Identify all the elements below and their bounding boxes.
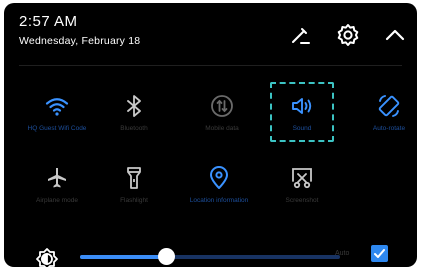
- bluetooth-icon: [121, 93, 147, 119]
- tile-screenshot[interactable]: Screenshot: [268, 159, 336, 231]
- brightness-icon: [34, 246, 60, 272]
- wifi-icon: [44, 93, 70, 119]
- edit-icon[interactable]: [285, 20, 315, 50]
- location-pin-icon: [206, 165, 232, 191]
- tile-bluetooth[interactable]: Bluetooth: [100, 87, 168, 159]
- tile-location[interactable]: Location information: [185, 159, 253, 231]
- clock-date: Wednesday, February 18: [19, 35, 141, 47]
- tile-auto-rotate[interactable]: Auto-rotate: [355, 87, 417, 159]
- tile-flashlight[interactable]: Flashlight: [100, 159, 168, 231]
- sound-tile-highlight: [270, 82, 334, 142]
- settings-gear-icon[interactable]: [333, 20, 363, 50]
- mobile-data-icon: [209, 93, 235, 119]
- quick-settings-panel: 2:57 AM Wednesday, February 18 HQ Guest …: [4, 3, 417, 267]
- tile-airplane-mode-label: Airplane mode: [36, 197, 78, 204]
- tile-bluetooth-label: Bluetooth: [120, 125, 148, 132]
- brightness-slider-fill: [80, 255, 166, 259]
- auto-brightness-label: Auto: [335, 250, 350, 257]
- brightness-slider[interactable]: [80, 248, 340, 265]
- tile-screenshot-label: Screenshot: [285, 197, 319, 204]
- airplane-icon: [44, 165, 70, 191]
- tile-mobile-data-label: Mobile data: [205, 125, 239, 132]
- tile-auto-rotate-label: Auto-rotate: [372, 125, 406, 132]
- tile-wifi[interactable]: HQ Guest Wifi Code: [23, 87, 91, 159]
- clock-time: 2:57 AM: [19, 13, 78, 30]
- brightness-slider-knob[interactable]: [157, 248, 175, 265]
- check-icon: [374, 249, 385, 258]
- flashlight-icon: [121, 165, 147, 191]
- status-area: 2:57 AM Wednesday, February 18: [19, 13, 140, 47]
- auto-brightness-checkbox[interactable]: [371, 245, 388, 262]
- auto-rotate-icon: [376, 93, 402, 119]
- tile-location-label: Location information: [189, 197, 249, 204]
- screenshot-icon: [289, 165, 315, 191]
- tile-airplane-mode[interactable]: Airplane mode: [23, 159, 91, 231]
- tile-flashlight-label: Flashlight: [120, 197, 148, 204]
- header-divider: [19, 65, 402, 66]
- collapse-chevron-up-icon[interactable]: [380, 20, 410, 50]
- tile-mobile-data[interactable]: Mobile data: [188, 87, 256, 159]
- tile-wifi-label: HQ Guest Wifi Code: [27, 125, 87, 132]
